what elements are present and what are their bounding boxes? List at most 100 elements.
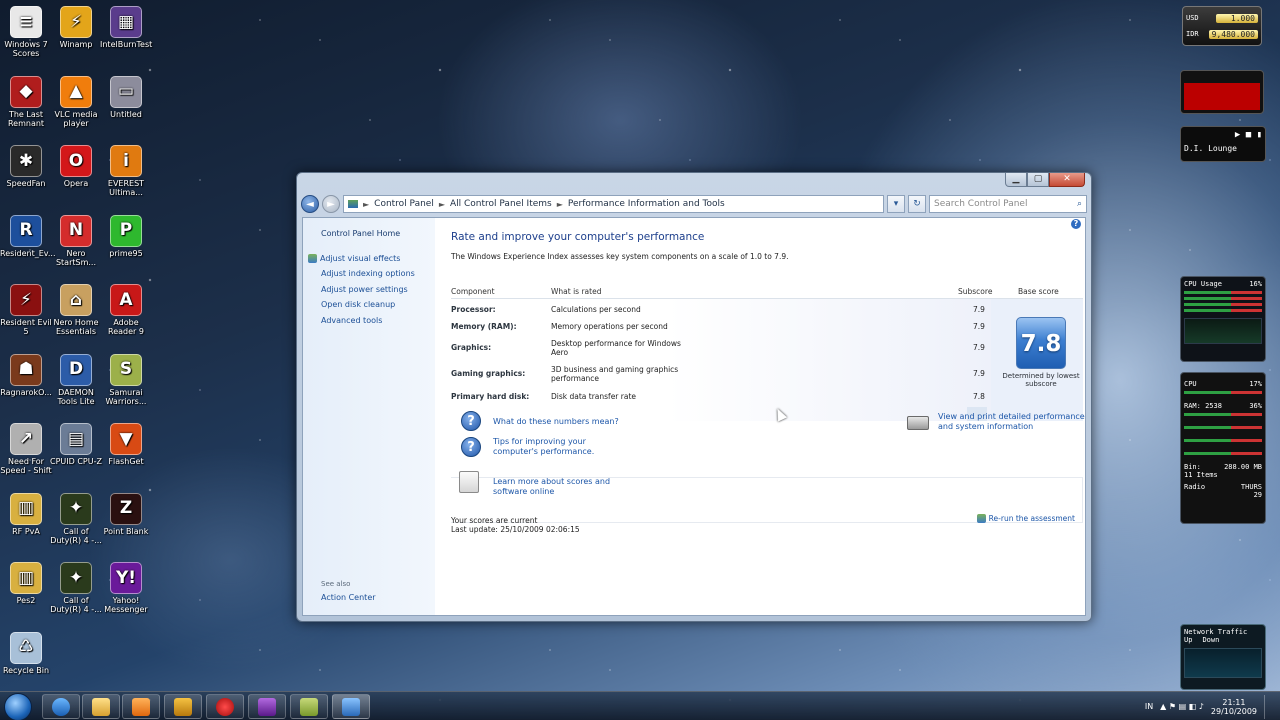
search-icon[interactable]: ⌕ (1077, 199, 1082, 209)
performance-window[interactable]: ▁ ▢ ✕ ◄ ► ► Control Panel ► All Control … (296, 172, 1092, 622)
desktop-icon[interactable]: ▥ RF PvA (0, 492, 52, 536)
clock[interactable]: 21:11 29/10/2009 (1211, 698, 1257, 716)
help-question-icon: ? (461, 411, 481, 431)
row-subscore: 7.9 (973, 305, 985, 314)
currency-gadget[interactable]: USD 1.000 IDR 9,480.000 (1182, 6, 1262, 46)
taskbar-control-panel-icon[interactable] (332, 694, 370, 719)
address-dropdown-button[interactable]: ▾ (887, 195, 905, 213)
sys-cpu-label: CPU (1184, 380, 1197, 388)
scores-current-text: Your scores are current (451, 516, 538, 525)
last-update-text: Last update: 25/10/2009 02:06:15 (451, 525, 580, 534)
sys-radio-label[interactable]: Radio (1184, 483, 1205, 491)
start-button[interactable] (4, 693, 32, 720)
tips-link[interactable]: Tips for improving your computer's perfo… (493, 437, 633, 456)
radio-gadget[interactable]: ▶ ■ ▮ D.I. Lounge (1180, 126, 1266, 162)
desktop-icon[interactable]: Y! Yahoo! Messenger (100, 562, 152, 614)
breadcrumb-arrow-icon[interactable]: ► (363, 200, 369, 209)
address-bar[interactable]: ► Control Panel ► All Control Panel Item… (343, 195, 884, 213)
search-input[interactable]: Search Control Panel ⌕ (929, 195, 1087, 213)
desktop-icon[interactable]: Pprime95 (100, 214, 152, 258)
rerun-label[interactable]: Re-run the assessment (989, 514, 1075, 523)
graph-area (1184, 83, 1260, 110)
numbers-meaning-link[interactable]: What do these numbers mean? (493, 417, 619, 427)
left-pane-link[interactable]: Advanced tools (321, 313, 435, 329)
desktop-icon[interactable]: ▭ Untitled (100, 75, 152, 119)
desktop-icon[interactable]: ≡ Windows 7 Scores (0, 6, 52, 58)
desktop-icon[interactable]: S Samurai Warriors... (100, 353, 152, 406)
desktop-app-icon: ≡ (10, 6, 42, 38)
desktop-icon[interactable]: ✱ SpeedFan (0, 145, 52, 188)
show-desktop-button[interactable] (1264, 694, 1274, 719)
currency-code: IDR (1186, 30, 1199, 38)
desktop-icon[interactable]: ✦ Call of Duty(R) 4 -... (50, 492, 102, 545)
left-pane: Control Panel Home Adjust visual effects… (303, 218, 435, 615)
row-component: Primary hard disk: (451, 392, 530, 401)
minimize-button[interactable]: ▁ (1005, 173, 1027, 187)
close-button[interactable]: ✕ (1049, 173, 1085, 187)
back-button[interactable]: ◄ (301, 195, 319, 213)
sys-ram-bar (1184, 413, 1262, 416)
taskbar-media-player-icon[interactable] (122, 694, 160, 719)
breadcrumb-item[interactable]: All Control Panel Items (450, 199, 552, 209)
language-indicator[interactable]: IN (1145, 702, 1153, 711)
cpu-usage-gadget[interactable]: CPU Usage 16% (1180, 276, 1266, 362)
rerun-assessment-link[interactable]: Re-run the assessment (976, 514, 1075, 523)
forward-button[interactable]: ► (322, 195, 340, 213)
desktop-icon[interactable]: ♺ Recycle Bin (0, 631, 52, 675)
breadcrumb-item[interactable]: Performance Information and Tools (568, 199, 725, 209)
desktop-icon[interactable]: ▲ VLC media player (50, 75, 102, 128)
sys-disk-bar (1184, 426, 1262, 429)
left-pane-link[interactable]: Adjust visual effects (308, 251, 435, 267)
desktop-icon[interactable]: ◆ The Last Remnant (0, 75, 52, 128)
left-pane-link[interactable]: Adjust indexing options (321, 266, 435, 282)
taskbar-notes-icon[interactable] (290, 694, 328, 719)
left-pane-link[interactable]: Adjust power settings (321, 282, 435, 298)
desktop-icon-label: Winamp (59, 40, 93, 49)
print-details-link[interactable]: View and print detailed performance and … (938, 412, 1088, 431)
taskbar-explorer-icon[interactable] (82, 694, 120, 719)
desktop-icon[interactable]: A Adobe Reader 9 (100, 284, 152, 336)
left-pane-link[interactable]: Open disk cleanup (321, 297, 435, 313)
desktop-icon[interactable]: D DAEMON Tools Lite (50, 353, 102, 406)
breadcrumb-item[interactable]: Control Panel (374, 199, 434, 209)
control-panel-home-link[interactable]: Control Panel Home (321, 226, 435, 242)
refresh-button[interactable]: ↻ (908, 195, 926, 213)
desktop-icon-label: CPUID CPU-Z (50, 457, 102, 466)
maximize-button[interactable]: ▢ (1027, 173, 1049, 187)
breadcrumb-arrow-icon[interactable]: ► (557, 200, 563, 209)
taskbar-ie-icon[interactable] (42, 694, 80, 719)
header-component: Component (451, 287, 495, 296)
desktop-icon[interactable]: ▥ Pes2 (0, 562, 52, 605)
desktop-icon[interactable]: ⚡ Winamp (50, 6, 102, 49)
desktop-app-icon: O (60, 145, 92, 177)
desktop-icon[interactable]: ▤ CPUID CPU-Z (50, 423, 102, 466)
desktop-icon[interactable]: N Nero StartSm... (50, 214, 102, 267)
breadcrumb-arrow-icon[interactable]: ► (439, 200, 445, 209)
media-controls[interactable]: ▶ ■ ▮ (1184, 130, 1262, 140)
desktop-icon[interactable]: Z Point Blank (100, 492, 152, 536)
desktop-icon[interactable]: ▼ FlashGet (100, 423, 152, 466)
learn-more-link[interactable]: Learn more about scores and software onl… (493, 477, 633, 496)
desktop-icon-label: Call of Duty(R) 4 -... (50, 596, 102, 614)
left-pane-link-label[interactable]: Adjust visual effects (320, 254, 400, 263)
action-center-link[interactable]: Action Center (321, 593, 376, 602)
desktop-icon[interactable]: ⚡ Resident Evil 5 (0, 284, 52, 336)
desktop-icon[interactable]: R Resident_Ev... (0, 214, 56, 258)
taskbar-yahoo-icon[interactable] (248, 694, 286, 719)
desktop-icon[interactable]: ↗ Need For Speed - Shift (0, 423, 52, 475)
taskbar-winamp-icon[interactable] (164, 694, 202, 719)
desktop-icon-label: Resident_Ev... (0, 248, 56, 258)
desktop-icon[interactable]: ✦ Call of Duty(R) 4 -... (50, 562, 102, 614)
sys-disk-bar (1184, 439, 1262, 442)
desktop-icon[interactable]: O Opera (50, 145, 102, 188)
desktop-icon[interactable]: i EVEREST Ultima... (100, 145, 152, 197)
desktop-icon[interactable]: ⌂ Nero Home Essentials (50, 284, 102, 336)
network-traffic-gadget[interactable]: Network Traffic Up Down (1180, 624, 1266, 690)
desktop-icon[interactable]: ☗ RagnarokO... (0, 353, 52, 397)
tray-icons[interactable]: ▲ ⚑ ▤ ◧ ♪ (1160, 702, 1204, 711)
taskbar-opera-icon[interactable] (206, 694, 244, 719)
system-monitor-gadget[interactable]: CPU 17% RAM: 2538 36% Bin: 288.00 MB 11 Ite… (1180, 372, 1266, 524)
desktop-icon[interactable]: ▦ IntelBurnTest (100, 6, 152, 49)
score-table-background (451, 299, 991, 421)
graph-gadget[interactable] (1180, 70, 1264, 114)
